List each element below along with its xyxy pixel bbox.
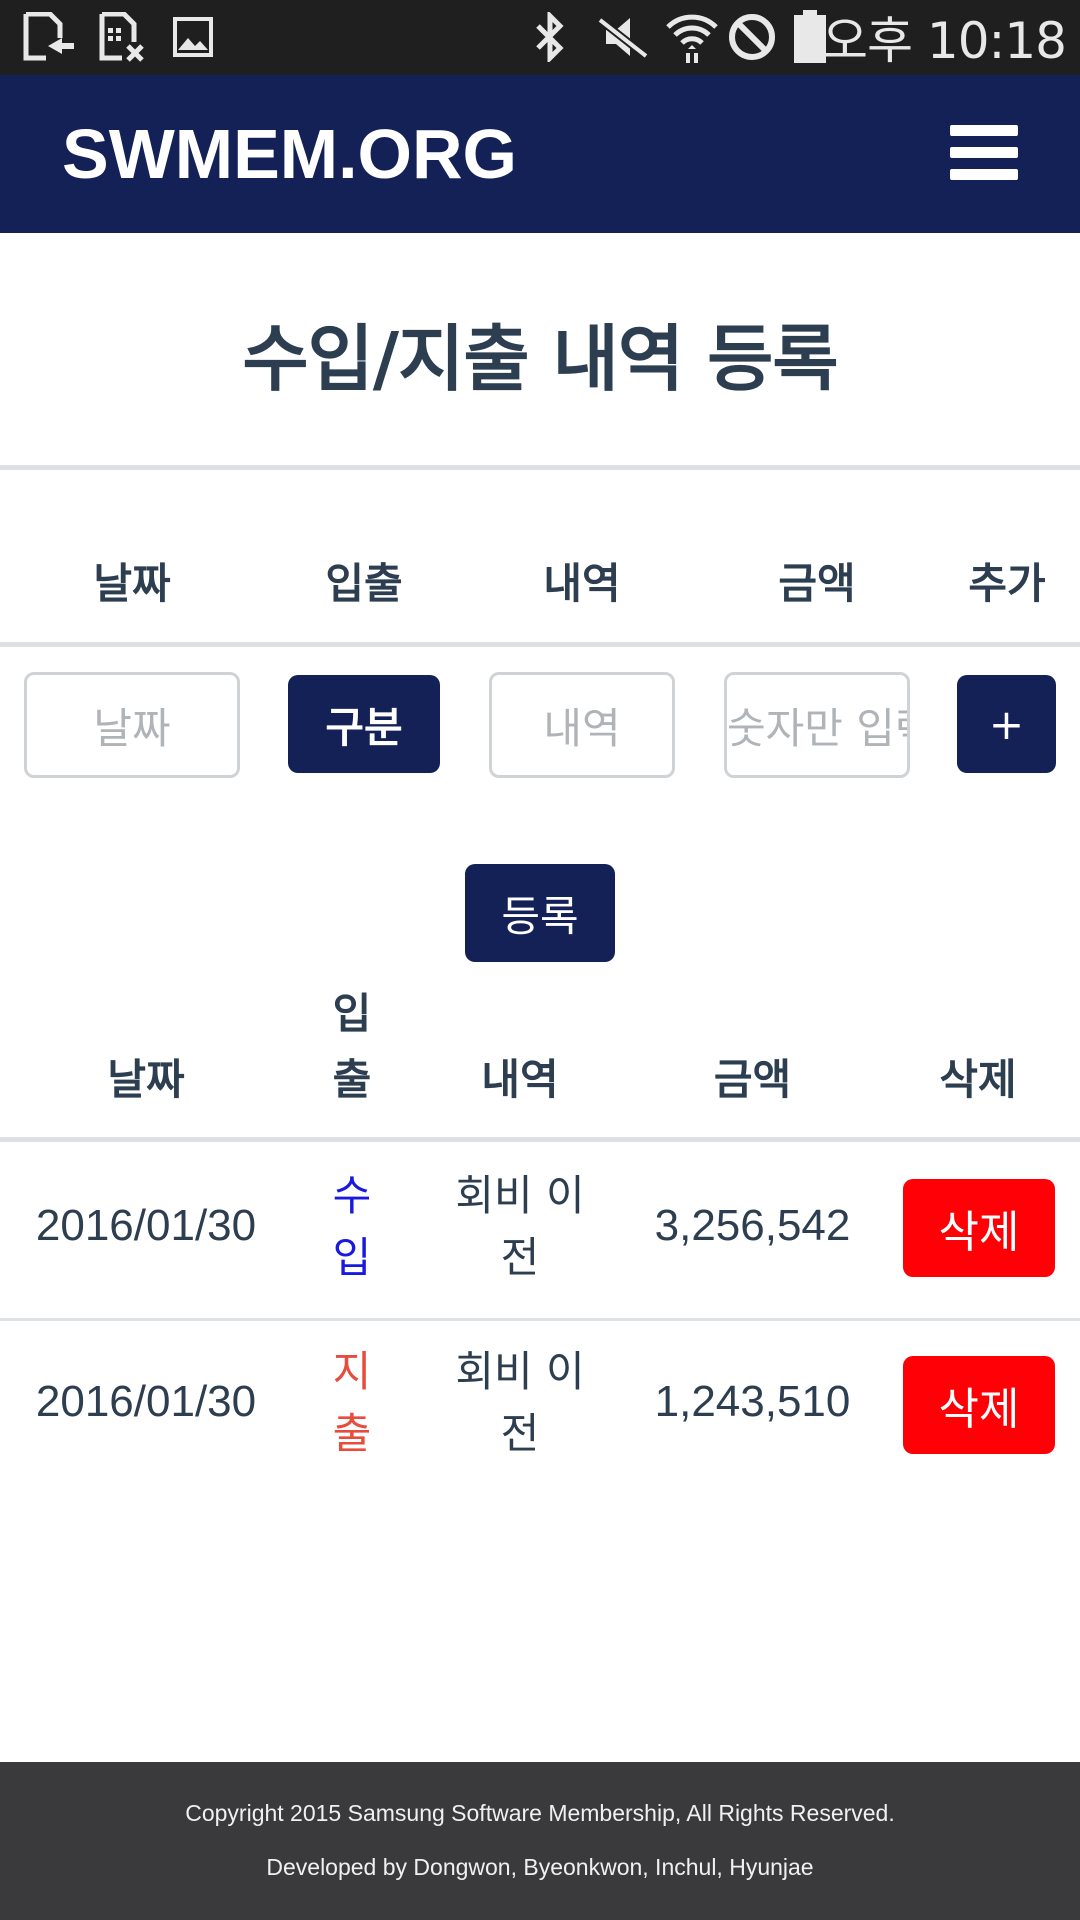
- footer-copyright: Copyright 2015 Samsung Software Membersh…: [185, 1800, 895, 1826]
- status-bar: 오후 10:18: [0, 0, 1080, 75]
- row-date: 2016/01/30: [35, 1377, 257, 1426]
- row-item-1: 회비 이: [455, 1171, 585, 1220]
- row-date: 2016/01/30: [35, 1201, 257, 1250]
- delete-button[interactable]: 삭제: [903, 1356, 1055, 1454]
- bluetooth-icon: [530, 12, 570, 62]
- clock: 오후 10:18: [822, 12, 1067, 70]
- table-header-type-2: 출: [332, 1055, 372, 1104]
- divider: [0, 465, 1080, 470]
- row-type-2: 출: [332, 1409, 372, 1458]
- navbar: SWMEM.ORG: [0, 75, 1080, 233]
- form-header-item: 내역: [543, 559, 621, 608]
- row-item-2: 전: [500, 1233, 540, 1282]
- file-upload-icon: [22, 12, 76, 62]
- delete-button[interactable]: 삭제: [903, 1179, 1055, 1277]
- submit-button[interactable]: 등록: [465, 864, 615, 962]
- type-select-button[interactable]: 구분: [288, 675, 440, 773]
- form-header-type: 입출: [325, 559, 403, 608]
- form-header-date: 날짜: [93, 559, 171, 608]
- amount-input[interactable]: 숫자만 입력: [724, 672, 910, 778]
- table-header-date: 날짜: [107, 1055, 185, 1104]
- divider: [0, 642, 1080, 647]
- row-item-1: 회비 이: [455, 1347, 585, 1396]
- item-input[interactable]: 내역: [489, 672, 675, 778]
- wifi-icon: [664, 12, 720, 63]
- hamburger-menu-icon[interactable]: [950, 125, 1018, 181]
- do-not-disturb-icon: [726, 12, 778, 62]
- row-amount: 1,243,510: [654, 1377, 851, 1426]
- footer-developers: Developed by Dongwon, Byeonkwon, Inchul,…: [266, 1854, 814, 1880]
- row-item-2: 전: [500, 1409, 540, 1458]
- row-type-1: 지: [332, 1347, 372, 1396]
- form-header-add: 추가: [968, 559, 1046, 608]
- row-type-2: 입: [332, 1233, 372, 1282]
- amount-placeholder: 숫자만 입력: [727, 703, 907, 753]
- mute-icon: [596, 12, 650, 62]
- row-type-1: 수: [332, 1171, 372, 1220]
- form-header-amount: 금액: [778, 559, 856, 608]
- footer: Copyright 2015 Samsung Software Membersh…: [0, 1762, 1080, 1920]
- page-title: 수입/지출 내역 등록: [242, 317, 838, 401]
- table-header-type-1: 입: [332, 989, 372, 1038]
- row-amount: 3,256,542: [654, 1201, 851, 1250]
- add-row-button[interactable]: +: [957, 675, 1056, 773]
- row-divider: [0, 1318, 1080, 1321]
- item-placeholder: 내역: [543, 703, 621, 753]
- table-header-divider: [0, 1137, 1080, 1142]
- date-input[interactable]: 날짜: [24, 672, 240, 778]
- table-header-delete: 삭제: [939, 1055, 1017, 1104]
- brand-logo[interactable]: SWMEM.ORG: [62, 75, 517, 233]
- table-header-item: 내역: [481, 1055, 559, 1104]
- table-header-amount: 금액: [713, 1055, 792, 1104]
- sim-card-off-icon: [98, 12, 148, 62]
- date-placeholder: 날짜: [93, 703, 171, 753]
- image-icon: [172, 12, 214, 62]
